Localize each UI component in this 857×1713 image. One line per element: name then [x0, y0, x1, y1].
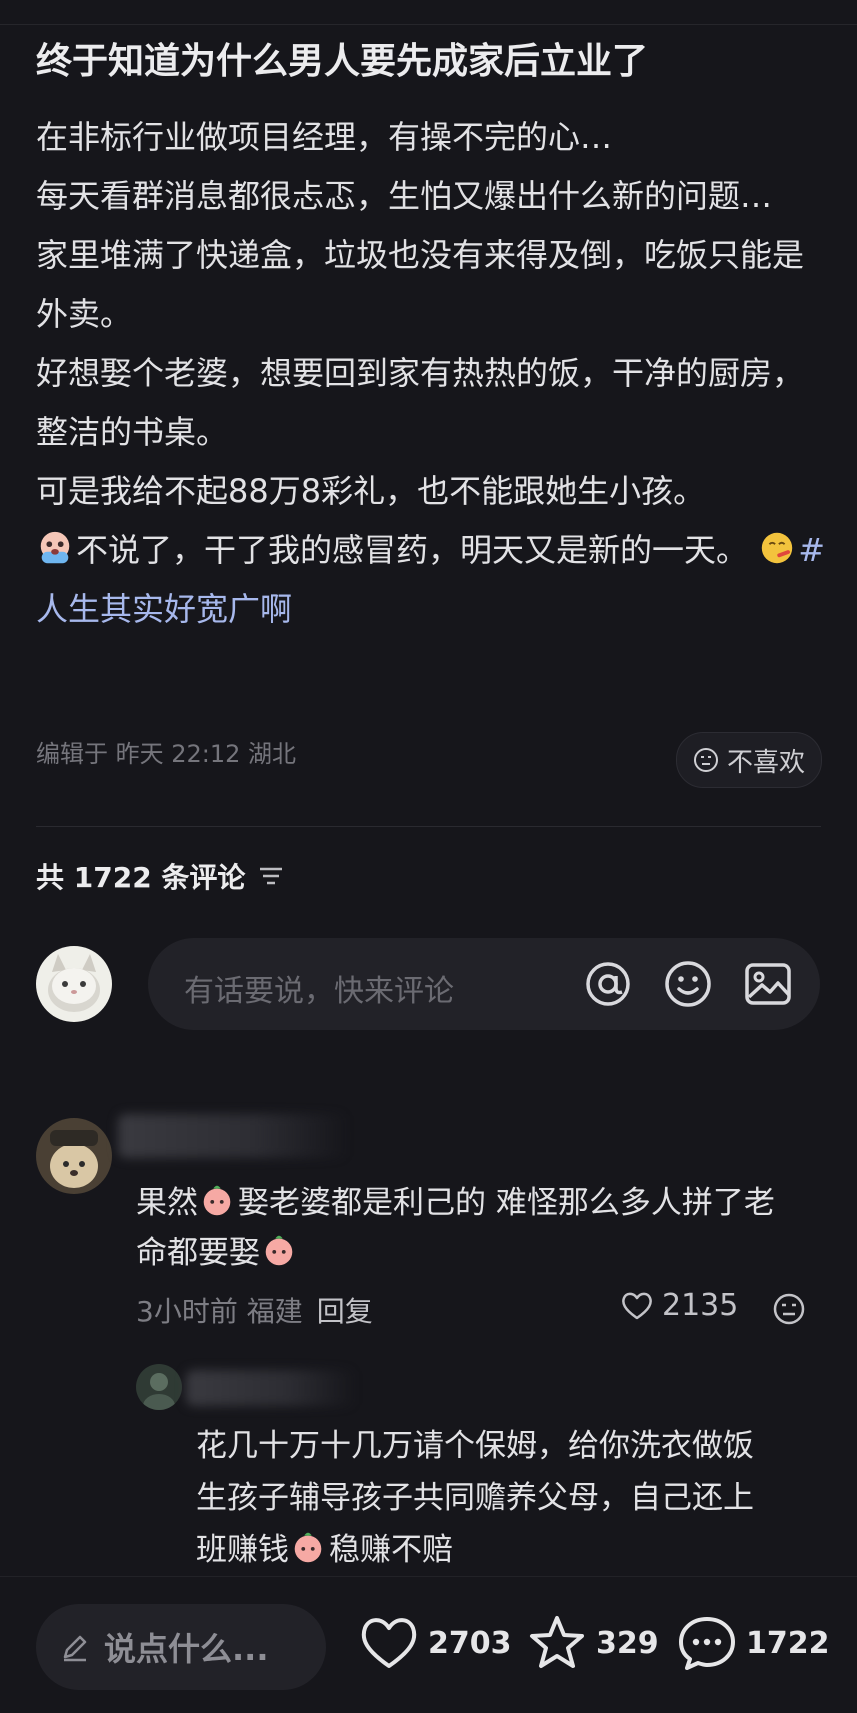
comment-meta: 3小时前 福建 回复: [136, 1290, 373, 1330]
dog-avatar-icon: [36, 1118, 112, 1194]
sick-emoji-icon: [761, 532, 793, 564]
post-line-text: 不说了，干了我的感冒药，明天又是新的一天。: [76, 531, 749, 569]
comments-count: 共 1722 条评论: [36, 861, 246, 894]
post-line: 不说了，干了我的感冒药，明天又是新的一天。 #人生其实好宽广啊: [36, 521, 826, 639]
comment-fragment: 命都要娶: [136, 1235, 260, 1271]
comment-like-count: 2135: [662, 1288, 739, 1323]
comment-bubble-icon: [679, 1617, 735, 1670]
mention-button[interactable]: [582, 958, 634, 1010]
comment-line: 果然 娶老婆都是利己的 难怪那么多人拼了老: [136, 1178, 826, 1228]
top-edge: [0, 0, 857, 25]
peach-emoji-icon: [265, 1235, 293, 1266]
comment-fragment: 娶老婆都是利己的 难怪那么多人拼了老: [238, 1185, 775, 1221]
reply-name-redacted: [186, 1370, 356, 1406]
divider: [36, 826, 821, 827]
post-line: 好想娶个老婆，想要回到家有热热的饭，干净的厨房，整洁的书桌。: [36, 354, 805, 451]
sort-filter-icon[interactable]: [257, 864, 285, 888]
say-something-input[interactable]: 说点什么...: [36, 1604, 326, 1690]
smiley-icon: [665, 961, 711, 1007]
post-comment-count: 1722: [746, 1625, 830, 1661]
dislike-button[interactable]: 不喜欢: [676, 732, 822, 788]
commenter-avatar[interactable]: [36, 1118, 112, 1194]
reply-line: 班赚钱 稳赚不赔: [196, 1524, 826, 1576]
peach-emoji-icon: [294, 1532, 322, 1563]
cat-avatar-icon: [36, 946, 112, 1022]
heart-icon: [361, 1618, 417, 1668]
commenter-name-redacted: [118, 1114, 348, 1158]
comment-input-placeholder: 有话要说，快来评论: [184, 974, 454, 1009]
image-icon: [745, 963, 791, 1005]
heart-icon: [622, 1292, 652, 1319]
crying-emoji-icon: [40, 531, 70, 564]
post-line: 家里堆满了快递盒，垃圾也没有来得及倒，吃饭只能是外卖。: [36, 236, 805, 333]
comment-text: 果然 娶老婆都是利己的 难怪那么多人拼了老 命都要娶: [136, 1178, 826, 1278]
post-line: 每天看群消息都很忐忑，生怕又爆出什么新的问题…: [36, 177, 773, 215]
comment-dislike-button[interactable]: [772, 1292, 806, 1330]
comment-fragment: 果然: [136, 1185, 198, 1221]
reply-avatar[interactable]: [136, 1364, 182, 1410]
post-like-button[interactable]: 2703: [358, 1614, 512, 1672]
comments-count-header: 共 1722 条评论: [36, 856, 285, 896]
reply-fragment: 班赚钱: [196, 1532, 289, 1568]
post-line: 在非标行业做项目经理，有操不完的心…: [36, 118, 613, 156]
comment-line: 命都要娶: [136, 1228, 826, 1278]
pencil-icon: [63, 1635, 87, 1662]
post-comment-button[interactable]: 1722: [676, 1614, 830, 1672]
reply-line: 花几十万十几万请个保姆，给你洗衣做饭: [196, 1428, 754, 1464]
peach-emoji-icon: [203, 1185, 231, 1216]
current-user-avatar[interactable]: [36, 946, 112, 1022]
comment-time-location: 3小时前 福建: [136, 1295, 303, 1328]
star-icon: [530, 1616, 584, 1668]
reply-fragment: 稳赚不赔: [329, 1532, 453, 1568]
reply-text: 花几十万十几万请个保姆，给你洗衣做饭 生孩子辅导孩子共同赡养父母，自己还上 班赚…: [196, 1420, 826, 1576]
post-body: 在非标行业做项目经理，有操不完的心… 每天看群消息都很忐忑，生怕又爆出什么新的问…: [36, 108, 826, 639]
comment-like-button[interactable]: 2135: [620, 1288, 738, 1323]
say-something-label: 说点什么...: [104, 1630, 269, 1668]
emoji-button[interactable]: [662, 958, 714, 1010]
at-sign-icon: [586, 962, 630, 1006]
image-button[interactable]: [742, 958, 794, 1010]
reply-button[interactable]: 回复: [317, 1295, 373, 1328]
dislike-label: 不喜欢: [726, 747, 805, 778]
post-meta: 编辑于 昨天 22:12 湖北: [36, 740, 297, 768]
post-line: 可是我给不起88万8彩礼，也不能跟她生小孩。: [36, 472, 706, 510]
user-avatar-icon: [136, 1364, 182, 1410]
post-favorite-button[interactable]: 329: [526, 1614, 659, 1672]
neutral-face-icon: [773, 1293, 805, 1325]
post-favorite-count: 329: [596, 1625, 659, 1661]
post-title: 终于知道为什么男人要先成家后立业了: [36, 41, 649, 82]
neutral-face-icon: [693, 748, 718, 772]
reply-line: 生孩子辅导孩子共同赡养父母，自己还上: [196, 1480, 754, 1516]
post-like-count: 2703: [428, 1625, 512, 1661]
